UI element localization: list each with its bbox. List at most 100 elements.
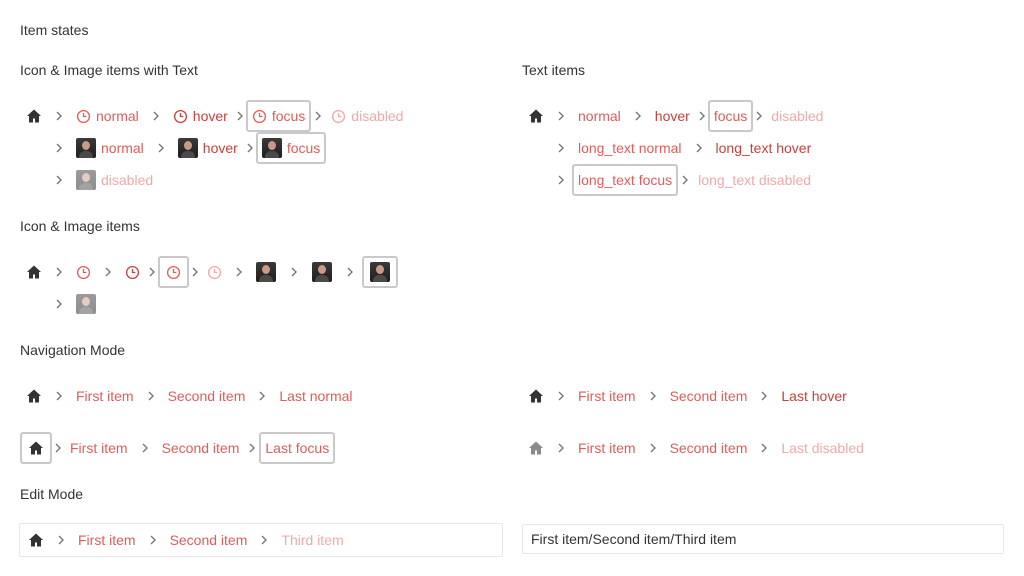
chevron-right-icon [688, 143, 710, 153]
breadcrumb-image-normal[interactable] [250, 258, 282, 286]
breadcrumb-item-second[interactable]: Second item [156, 434, 246, 462]
breadcrumb-item-first[interactable]: First item [72, 526, 142, 554]
clock-icon [125, 265, 140, 280]
breadcrumb-icon-disabled [201, 258, 228, 286]
home-icon[interactable] [20, 432, 52, 464]
chevron-right-icon [48, 299, 70, 309]
home-icon[interactable] [22, 526, 50, 554]
clock-icon [207, 265, 222, 280]
breadcrumb-image-text-row2: normal hover focus [48, 132, 327, 164]
breadcrumb-item-normal[interactable]: normal [70, 102, 145, 130]
breadcrumb-item-first[interactable]: First item [572, 434, 642, 462]
breadcrumb-icon-hover[interactable] [119, 258, 146, 286]
breadcrumb-item-disabled: long_text disabled [698, 172, 812, 188]
breadcrumb-item-second[interactable]: Second item [164, 526, 254, 554]
breadcrumb-item-last[interactable]: Last normal [273, 382, 358, 410]
section-title-navigation-mode: Navigation Mode [20, 342, 126, 358]
breadcrumb-item-focus[interactable]: focus [255, 132, 327, 164]
breadcrumb-item-disabled: disabled [771, 108, 824, 124]
home-icon[interactable] [20, 258, 48, 286]
breadcrumb-item-second[interactable]: Second item [162, 382, 252, 410]
breadcrumb-image-text-row3: disabled [48, 164, 159, 196]
breadcrumb-item-first[interactable]: First item [70, 382, 140, 410]
breadcrumb-item-first[interactable]: First item [572, 382, 642, 410]
chevron-right-icon [48, 391, 70, 401]
clock-icon [173, 109, 188, 124]
breadcrumb-icon-normal[interactable] [70, 258, 97, 286]
breadcrumb-item-second[interactable]: Second item [664, 382, 754, 410]
chevron-right-icon [311, 111, 325, 121]
chevron-right-icon [146, 267, 158, 277]
avatar-image [76, 138, 96, 158]
edit-mode-breadcrumb[interactable]: First item Second item Third item [19, 523, 503, 557]
breadcrumb-item-focus[interactable]: focus [707, 100, 754, 132]
breadcrumb-item-hover[interactable]: hover [649, 102, 696, 130]
chevron-right-icon [642, 443, 664, 453]
clock-icon [76, 109, 91, 124]
breadcrumb-item-label: disabled [351, 108, 404, 124]
chevron-right-icon [134, 443, 156, 453]
breadcrumb-image-disabled [70, 290, 102, 318]
chevron-right-icon [228, 267, 250, 277]
breadcrumb-item-focus[interactable]: long_text focus [572, 164, 679, 196]
home-icon[interactable] [522, 382, 550, 410]
breadcrumb-item-first[interactable]: First item [64, 434, 134, 462]
clock-icon [252, 109, 267, 124]
section-title-edit-mode: Edit Mode [20, 486, 84, 502]
breadcrumb-item-label: normal [96, 108, 139, 124]
home-icon[interactable] [20, 382, 48, 410]
breadcrumb-icon-text-row1: normal hover focus disabled [20, 100, 409, 132]
chevron-right-icon [234, 111, 246, 121]
chevron-right-icon [753, 391, 775, 401]
chevron-right-icon [50, 535, 72, 545]
breadcrumb-nav-focus: First item Second item Last focus [20, 432, 336, 464]
clock-icon [331, 109, 346, 124]
page-title: Item states [20, 22, 89, 38]
chevron-right-icon [142, 535, 164, 545]
chevron-right-icon [244, 143, 256, 153]
breadcrumb-item-normal[interactable]: long_text normal [572, 134, 688, 162]
chevron-right-icon [245, 443, 259, 453]
chevron-right-icon [550, 175, 572, 185]
chevron-right-icon [48, 111, 70, 121]
breadcrumb-item-hover[interactable]: long_text hover [710, 134, 818, 162]
chevron-right-icon [140, 391, 162, 401]
chevron-right-icon [550, 391, 572, 401]
home-icon[interactable] [20, 102, 48, 130]
chevron-right-icon [550, 111, 572, 121]
breadcrumb-item-label: focus [286, 140, 321, 156]
home-icon[interactable] [522, 102, 550, 130]
avatar-image [370, 262, 390, 282]
breadcrumb-icon-focus[interactable] [158, 256, 189, 288]
breadcrumb-image-hover[interactable] [306, 258, 338, 286]
chevron-right-icon [696, 111, 708, 121]
breadcrumb-item-hover[interactable]: hover [172, 134, 244, 162]
avatar-image [177, 138, 198, 158]
breadcrumb-nav-hover: First item Second item Last hover [522, 380, 853, 412]
chevron-right-icon [753, 443, 775, 453]
section-title-icon-image: Icon & Image items [20, 218, 140, 234]
breadcrumb-text-row2: long_text normal long_text hover [550, 132, 817, 164]
breadcrumb-image-focus[interactable] [362, 256, 398, 288]
clock-icon [76, 265, 91, 280]
breadcrumb-item-focus[interactable]: focus [245, 100, 312, 132]
breadcrumb-text-row3: long_text focus long_text disabled [550, 164, 817, 196]
avatar-image [256, 262, 276, 282]
breadcrumb-item-last[interactable]: Last focus [259, 432, 336, 464]
breadcrumb-item-last[interactable]: Last hover [775, 382, 852, 410]
breadcrumb-item-normal[interactable]: normal [572, 102, 627, 130]
chevron-right-icon [627, 111, 649, 121]
chevron-right-icon [642, 391, 664, 401]
chevron-right-icon [97, 267, 119, 277]
chevron-right-icon [52, 443, 64, 453]
chevron-right-icon [150, 143, 172, 153]
breadcrumb-path-input[interactable] [522, 524, 1004, 554]
chevron-right-icon [338, 267, 362, 277]
breadcrumb-item-second[interactable]: Second item [664, 434, 754, 462]
chevron-right-icon [678, 175, 692, 185]
chevron-right-icon [48, 175, 70, 185]
chevron-right-icon [253, 535, 275, 545]
breadcrumb-item-normal[interactable]: normal [70, 134, 150, 162]
avatar-image [76, 170, 96, 190]
breadcrumb-item-hover[interactable]: hover [167, 102, 234, 130]
